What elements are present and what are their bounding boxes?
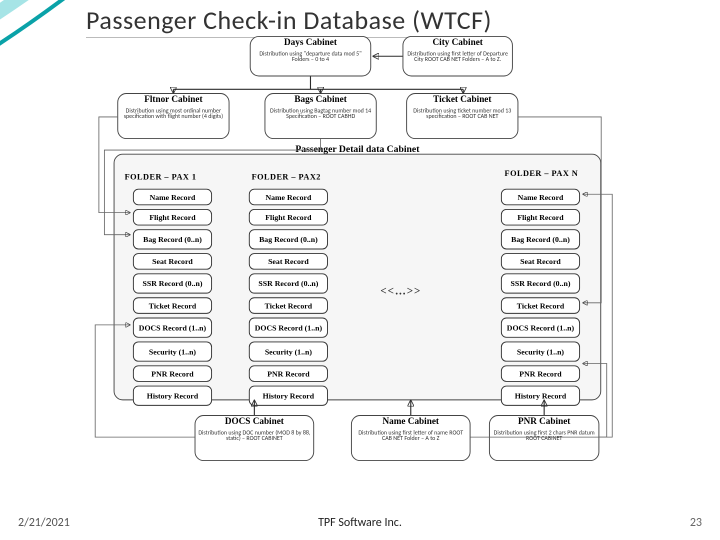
record-box: Security (1..n) bbox=[501, 341, 580, 361]
record-box: DOCS Record (1..n) bbox=[501, 318, 580, 338]
record-box: History Record bbox=[249, 386, 328, 406]
record-box: Seat Record bbox=[133, 253, 212, 270]
folder-pax2-label: FOLDER – PAX2 bbox=[252, 172, 321, 181]
folder-paxn-label: FOLDER – PAX N bbox=[491, 168, 592, 177]
record-box: Name Record bbox=[249, 189, 328, 206]
record-box: Name Record bbox=[133, 189, 212, 206]
record-box: Ticket Record bbox=[133, 297, 212, 314]
cabinet-name: Name Cabinet Distribution using first le… bbox=[351, 415, 471, 461]
ellipsis: <<…>> bbox=[380, 284, 421, 298]
cabinet-ticket: Ticket Cabinet Distribution using ticket… bbox=[406, 93, 518, 139]
record-box: Seat Record bbox=[501, 253, 580, 270]
record-column-paxn: Name Record Flight Record Bag Record (0..n… bbox=[498, 189, 583, 410]
footer-page: 23 bbox=[690, 516, 702, 530]
record-box: Flight Record bbox=[249, 209, 328, 226]
record-box: SSR Record (0..n) bbox=[501, 273, 580, 293]
cabinet-bags: Bags Cabinet Distribution using Bagtag n… bbox=[264, 93, 376, 139]
record-column-pax2: Name Record Flight Record Bag Record (0..n… bbox=[246, 189, 331, 410]
record-box: Name Record bbox=[501, 189, 580, 206]
record-box: PNR Record bbox=[133, 365, 212, 382]
record-box: Flight Record bbox=[133, 209, 212, 226]
record-box: Security (1..n) bbox=[133, 341, 212, 361]
cabinet-fltnor: Fltnor Cabinet Distribution using most o… bbox=[117, 93, 229, 139]
record-box: DOCS Record (1..n) bbox=[133, 318, 212, 338]
record-box: History Record bbox=[501, 386, 580, 406]
cabinet-city: City Cabinet Distribution using first le… bbox=[402, 36, 512, 76]
page-title: Passenger Check-in Database (WTCF) bbox=[86, 4, 492, 36]
record-box: SSR Record (0..n) bbox=[249, 273, 328, 293]
record-box: History Record bbox=[133, 386, 212, 406]
record-box: Bag Record (0..n) bbox=[133, 229, 212, 249]
record-box: Security (1..n) bbox=[249, 341, 328, 361]
footer-org: TPF Software Inc. bbox=[0, 516, 720, 530]
record-box: Seat Record bbox=[249, 253, 328, 270]
record-box: Bag Record (0..n) bbox=[249, 229, 328, 249]
record-box: Flight Record bbox=[501, 209, 580, 226]
folder-pax1-label: FOLDER – PAX 1 bbox=[125, 172, 197, 181]
cabinet-pdd-title: Passenger Detail data Cabinet bbox=[252, 145, 464, 155]
record-box: Ticket Record bbox=[501, 297, 580, 314]
record-box: SSR Record (0..n) bbox=[133, 273, 212, 293]
cabinet-days: Days Cabinet Distribution using "departu… bbox=[250, 36, 371, 76]
record-box: Bag Record (0..n) bbox=[501, 229, 580, 249]
record-box: Ticket Record bbox=[249, 297, 328, 314]
cabinet-docs: DOCS Cabinet Distribution using DOC numb… bbox=[195, 415, 315, 461]
wtcf-diagram: Days Cabinet Distribution using "departu… bbox=[86, 36, 616, 474]
record-column-pax1: Name Record Flight Record Bag Record (0..n… bbox=[130, 189, 215, 410]
record-box: PNR Record bbox=[249, 365, 328, 382]
cabinet-pnr: PNR Cabinet Distribution using first 2 c… bbox=[489, 415, 599, 461]
record-box: DOCS Record (1..n) bbox=[249, 318, 328, 338]
record-box: PNR Record bbox=[501, 365, 580, 382]
